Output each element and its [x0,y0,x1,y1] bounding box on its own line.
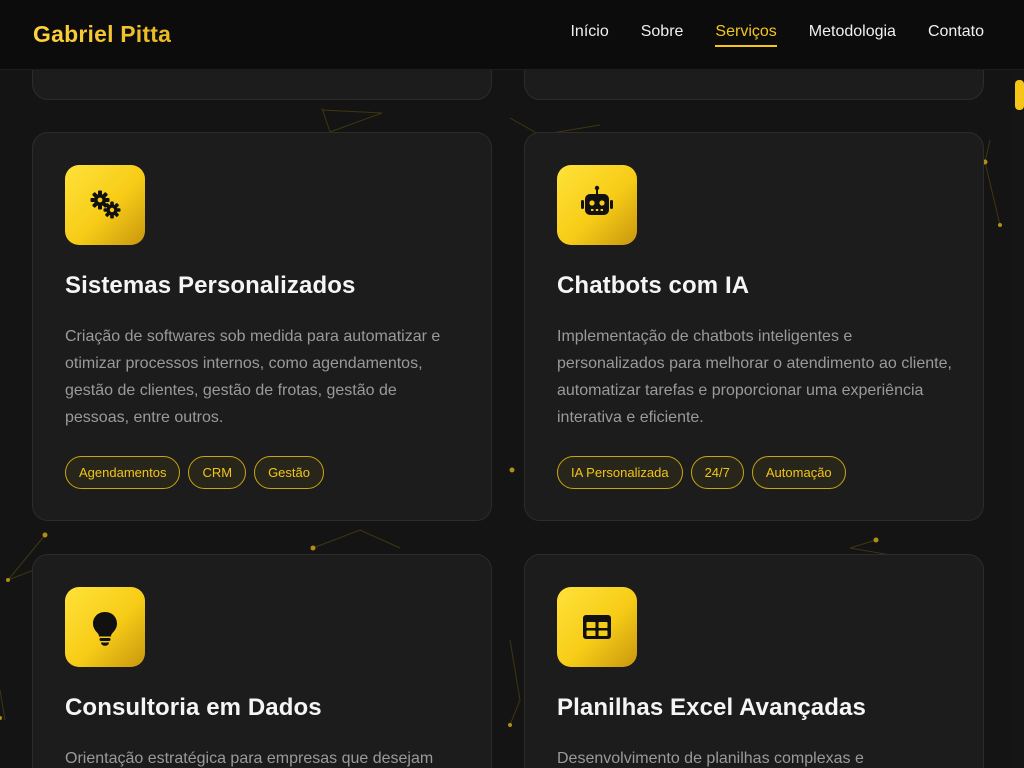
scrollbar-track[interactable] [1014,70,1024,768]
table-icon [557,587,637,667]
service-title: Consultoria em Dados [65,694,322,721]
scrollbar-thumb[interactable] [1015,80,1024,110]
tag: Gestão [254,456,324,489]
service-title: Chatbots com IA [557,272,750,299]
tag: Agendamentos [65,456,181,489]
main-nav: Início Sobre Serviços Metodologia Contat… [570,23,984,47]
nav-servicos[interactable]: Serviços [715,23,777,47]
tag-list: IA Personalizada 24/7 Automação [557,456,846,489]
tag-list: Agendamentos CRM Gestão [65,456,324,489]
service-description: Criação de softwares sob medida para aut… [65,328,441,426]
nav-sobre[interactable]: Sobre [641,23,684,47]
service-card: Sistemas Personalizados Criação de softw… [32,132,492,521]
service-title: Planilhas Excel Avançadas [557,694,866,721]
site-header: Gabriel Pitta Início Sobre Serviços Meto… [0,0,1024,70]
tag: Automação [751,456,846,489]
brand-logo[interactable]: Gabriel Pitta [33,21,171,48]
service-description: Orientação estratégica para empresas que… [65,750,434,767]
service-card: Planilhas Excel Avançadas Desenvolviment… [524,554,984,768]
service-description: Implementação de chatbots inteligentes e… [557,328,952,426]
robot-icon [557,165,637,245]
service-card: Chatbots com IA Implementação de chatbot… [524,132,984,521]
service-title: Sistemas Personalizados [65,272,356,299]
nav-inicio[interactable]: Início [570,23,608,47]
lightbulb-icon [65,587,145,667]
tag: IA Personalizada [557,456,683,489]
nav-contato[interactable]: Contato [928,23,984,47]
service-description: Desenvolvimento de planilhas complexas e [557,750,864,767]
tag: 24/7 [690,456,744,489]
service-card: Consultoria em Dados Orientação estratég… [32,554,492,768]
nav-metodologia[interactable]: Metodologia [809,23,896,47]
tag: CRM [188,456,247,489]
gears-icon [65,165,145,245]
